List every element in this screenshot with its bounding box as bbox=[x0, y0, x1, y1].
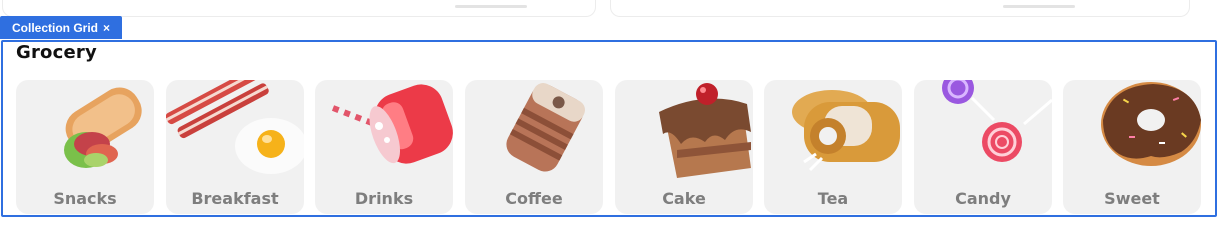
bacon-egg-icon bbox=[166, 80, 304, 174]
coffee-cup-icon bbox=[506, 83, 585, 172]
category-card-cake[interactable]: Cake bbox=[615, 80, 753, 214]
category-card-drinks[interactable]: Drinks bbox=[315, 80, 453, 214]
chip-label: Collection Grid bbox=[12, 20, 99, 35]
previous-section-card-left bbox=[2, 0, 596, 17]
wrap-icon bbox=[64, 87, 142, 168]
previous-section-card-right bbox=[610, 0, 1190, 17]
donut-icon bbox=[1101, 82, 1201, 166]
previous-card-button-stub bbox=[455, 5, 527, 8]
cake-icon bbox=[659, 83, 751, 178]
tea-mug-icon bbox=[792, 90, 900, 172]
lollipop-icon bbox=[942, 80, 1052, 162]
category-card-breakfast[interactable]: Breakfast bbox=[166, 80, 304, 214]
collection-grid-chip[interactable]: Collection Grid × bbox=[0, 16, 122, 39]
category-grid: Snacks Breakfast Drinks Coffee Cake Tea … bbox=[16, 80, 1204, 214]
category-label: Breakfast bbox=[191, 189, 279, 208]
previous-card-button-stub bbox=[1003, 5, 1075, 8]
category-label: Sweet bbox=[1104, 189, 1160, 208]
category-card-sweet[interactable]: Sweet bbox=[1063, 80, 1201, 214]
category-card-coffee[interactable]: Coffee bbox=[465, 80, 603, 214]
category-card-tea[interactable]: Tea bbox=[764, 80, 902, 214]
soda-cup-icon bbox=[331, 84, 453, 164]
close-icon[interactable]: × bbox=[103, 21, 110, 35]
category-label: Snacks bbox=[53, 189, 117, 208]
category-label: Tea bbox=[817, 189, 849, 208]
category-label: Drinks bbox=[354, 189, 414, 208]
category-label: Candy bbox=[955, 189, 1011, 208]
category-label: Cake bbox=[662, 189, 706, 208]
category-label: Coffee bbox=[505, 189, 563, 208]
section-title: Grocery bbox=[16, 42, 97, 63]
category-card-snacks[interactable]: Snacks bbox=[16, 80, 154, 214]
category-card-candy[interactable]: Candy bbox=[914, 80, 1052, 214]
